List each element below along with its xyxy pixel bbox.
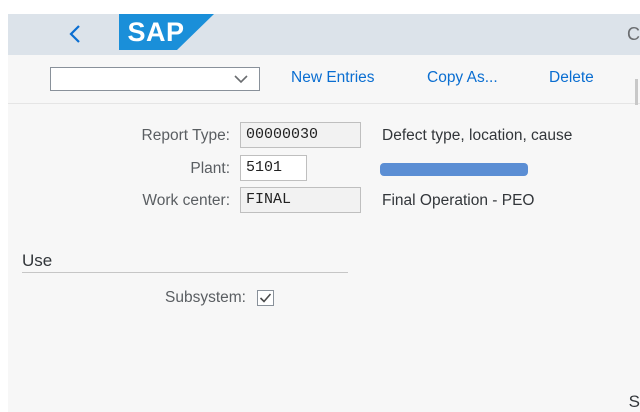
checkmark-icon (259, 293, 272, 303)
report-type-field[interactable]: 00000030 (240, 122, 361, 148)
section-title-use: Use (22, 251, 53, 270)
work-center-label: Work center: (142, 192, 230, 209)
plant-field[interactable]: 5101 (240, 155, 307, 181)
chevron-down-icon (234, 75, 248, 84)
chevron-left-icon (69, 25, 80, 43)
delete-button[interactable]: Delete (549, 69, 594, 87)
back-button[interactable] (60, 18, 90, 50)
sap-logo: SAP (119, 14, 214, 50)
subsystem-label: Subsystem: (165, 289, 246, 306)
app-frame: SAP C New Entries Copy As... Delete Repo… (8, 14, 640, 412)
corner-char: S (628, 392, 640, 411)
report-type-label: Report Type: (141, 127, 230, 144)
scrollbar[interactable] (635, 79, 638, 105)
shell-header: SAP C (8, 14, 640, 55)
logo-text: SAP (127, 17, 185, 47)
plant-label: Plant: (190, 160, 230, 177)
work-center-field[interactable]: FINAL (240, 187, 361, 213)
work-center-description: Final Operation - PEO (382, 192, 535, 209)
subsystem-checkbox[interactable] (257, 290, 274, 306)
section-divider (22, 272, 348, 273)
toolbar: New Entries Copy As... Delete (8, 55, 640, 105)
new-entries-button[interactable]: New Entries (291, 69, 375, 87)
variant-select[interactable] (50, 67, 260, 91)
report-type-description: Defect type, location, cause (382, 127, 573, 144)
copy-as-button[interactable]: Copy As... (427, 69, 498, 87)
plant-description-redaction (380, 163, 528, 176)
shell-edge-char: C (627, 24, 640, 44)
